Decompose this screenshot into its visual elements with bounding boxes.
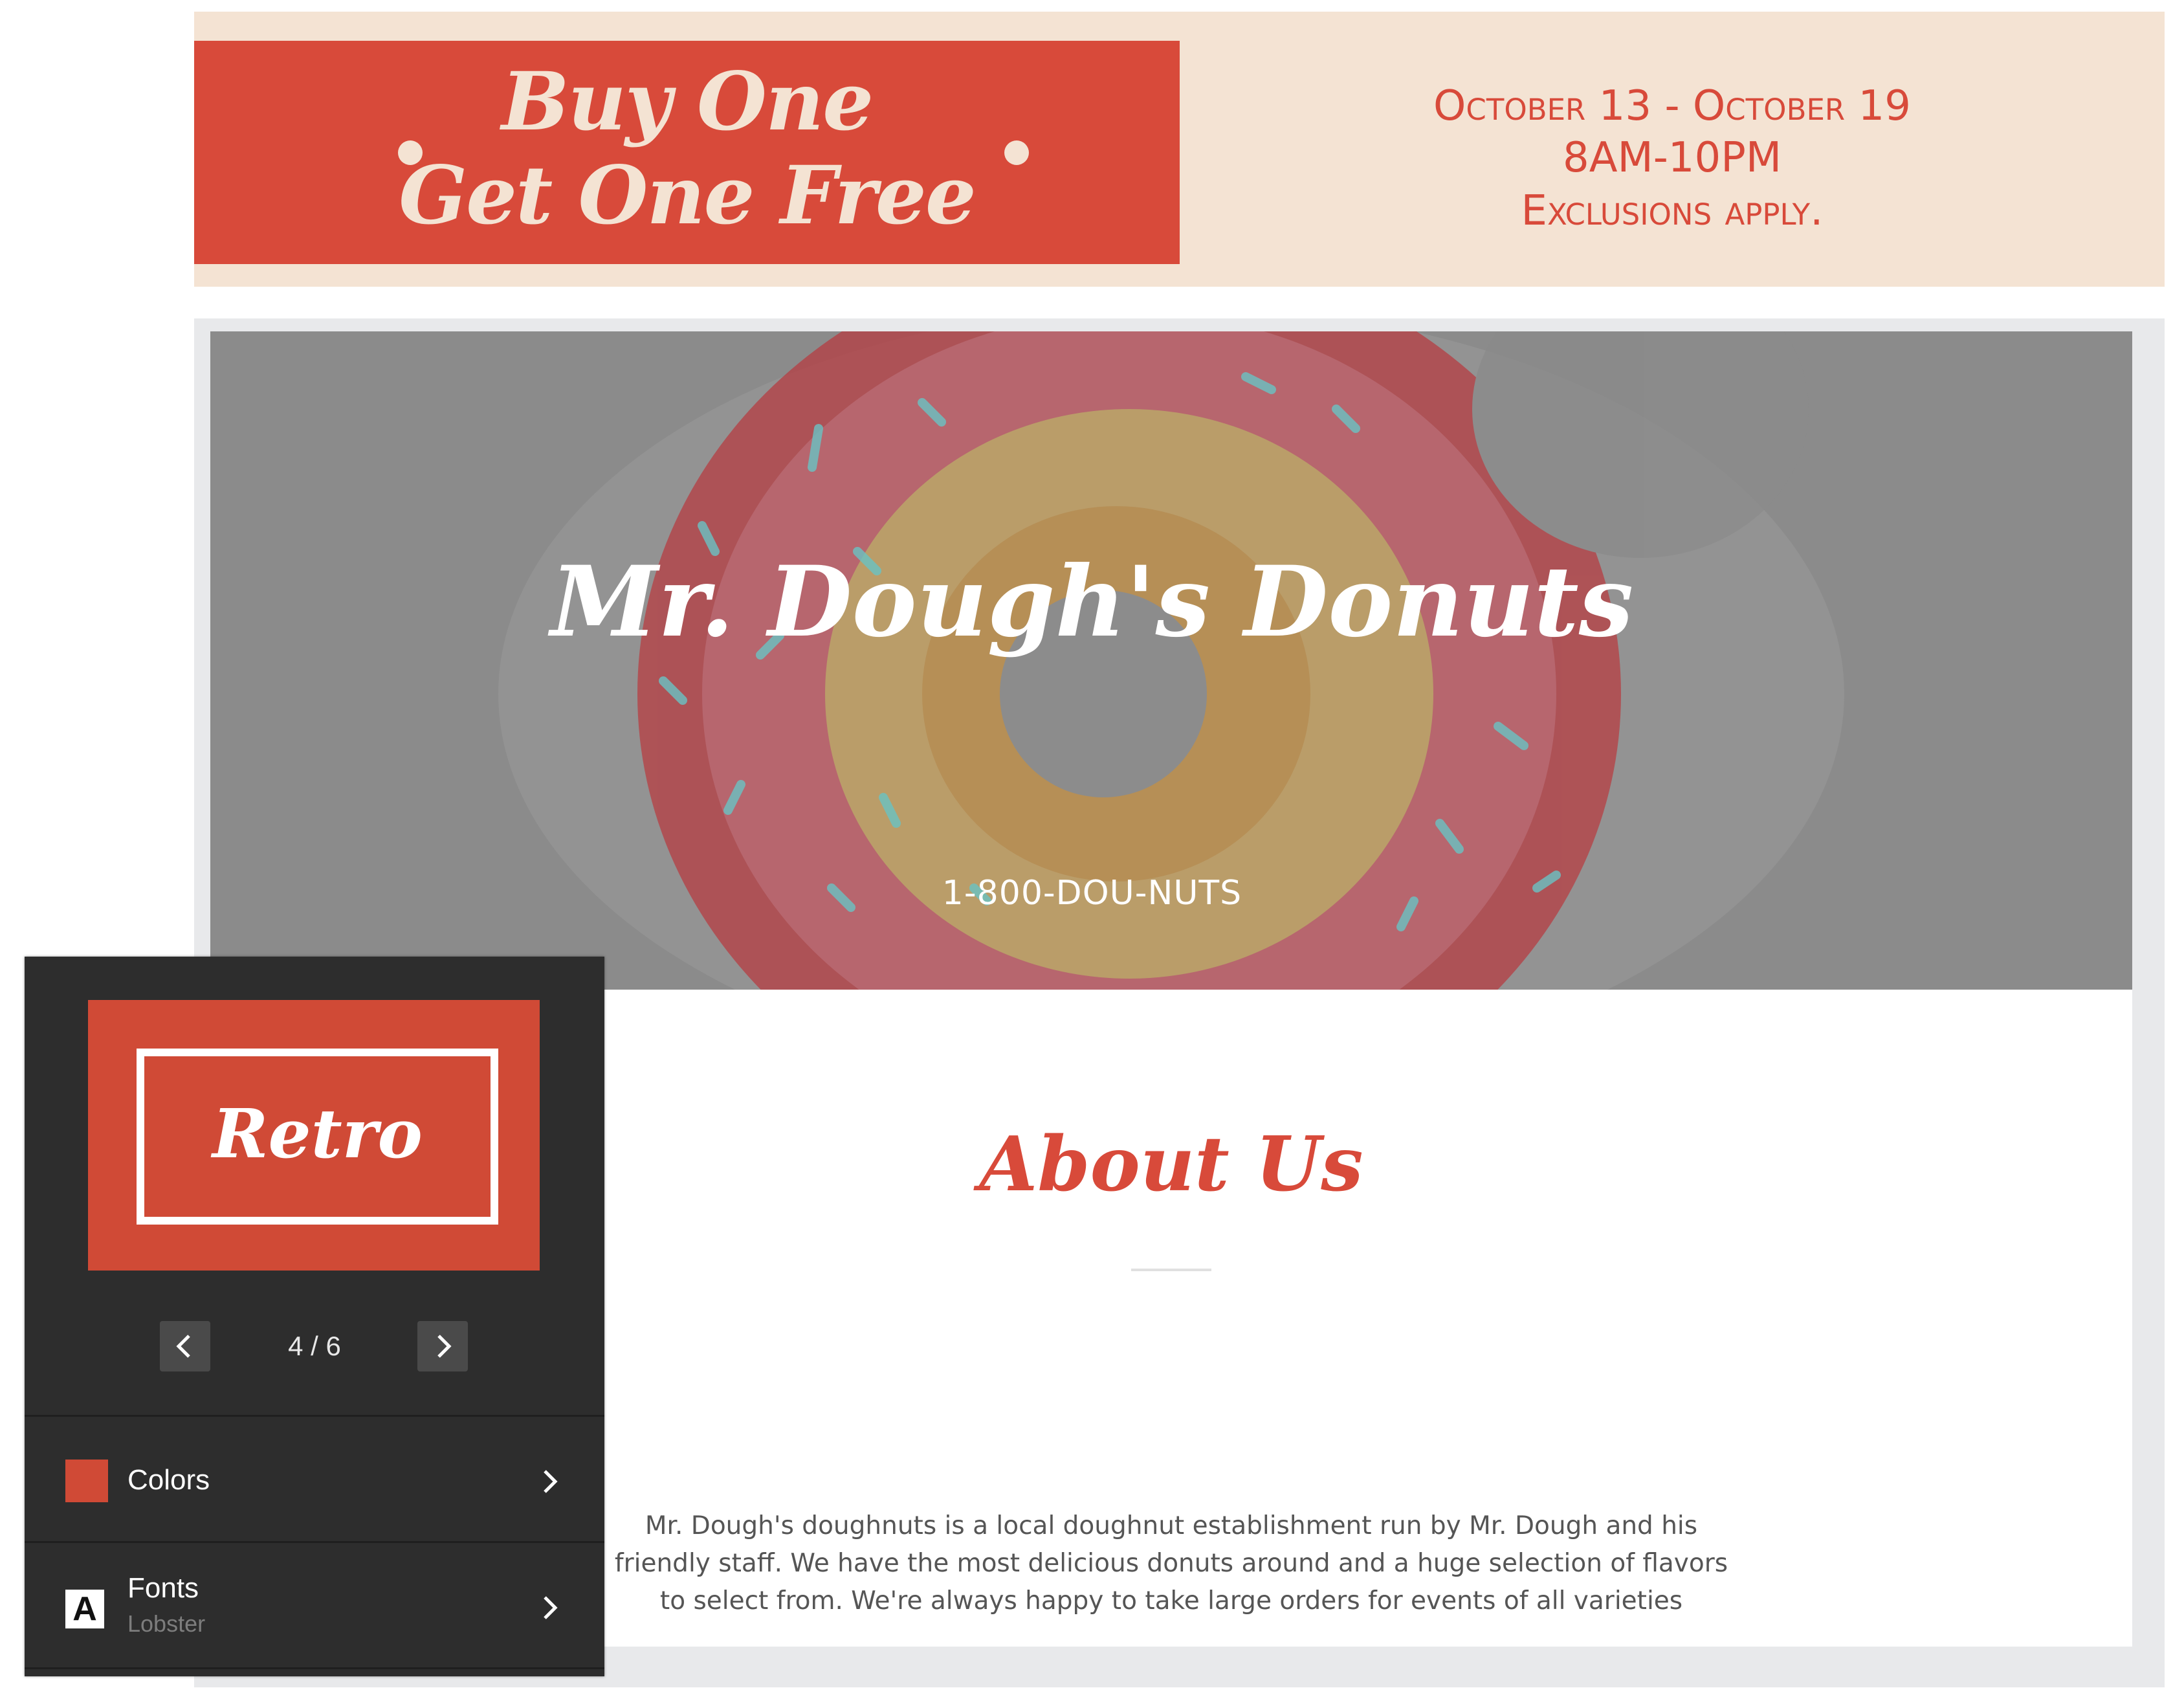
theme-name: Retro	[212, 1094, 423, 1173]
fonts-value: Lobster	[127, 1610, 206, 1637]
chevron-right-icon	[544, 1470, 558, 1493]
chevron-left-icon	[176, 1335, 190, 1358]
about-divider	[1131, 1269, 1211, 1271]
divider	[25, 1667, 604, 1669]
theme-preview-frame: Retro	[137, 1049, 498, 1225]
site-phone: 1-800-DOU-NUTS	[942, 874, 1242, 913]
prev-theme-button[interactable]	[160, 1321, 210, 1371]
color-swatch	[65, 1460, 108, 1502]
theme-panel: Retro 4 / 6 Colors A Fonts Lobster	[25, 957, 604, 1676]
promo-details: October 13 - October 19 8AM-10PM Exclusi…	[1180, 12, 2165, 287]
colors-row[interactable]: Colors	[25, 1417, 604, 1540]
promo-line-2: Get One Free	[399, 149, 976, 243]
theme-preview[interactable]: Retro	[88, 1000, 540, 1271]
fonts-row[interactable]: A Fonts Lobster	[25, 1543, 604, 1666]
colors-label: Colors	[127, 1464, 210, 1496]
next-theme-button[interactable]	[417, 1321, 468, 1371]
promo-hours: 8AM-10PM	[1562, 134, 1782, 182]
promo-banner: Buy One Get One Free October 13 - Octobe…	[194, 12, 2165, 287]
fonts-label: Fonts	[127, 1572, 199, 1604]
promo-note: Exclusions apply.	[1521, 187, 1824, 235]
theme-pager: 4 / 6	[288, 1331, 341, 1361]
font-icon: A	[65, 1590, 104, 1628]
chevron-right-icon	[437, 1335, 452, 1358]
promo-line-1: Buy One	[501, 55, 874, 149]
site-title: Mr. Dough's Donuts	[550, 545, 1634, 659]
chevron-right-icon	[544, 1596, 558, 1619]
about-text: Mr. Dough's doughnuts is a local doughnu…	[614, 1511, 1728, 1616]
promo-offer-box: Buy One Get One Free	[194, 41, 1180, 264]
promo-dates: October 13 - October 19	[1433, 82, 1911, 130]
